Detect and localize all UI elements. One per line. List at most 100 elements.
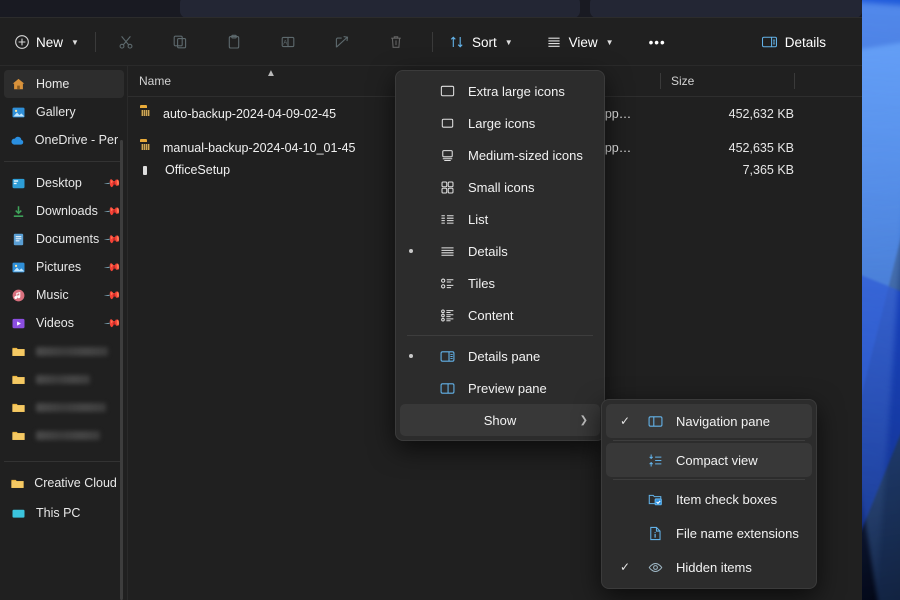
extra-large-icons-icon <box>438 82 456 100</box>
sidebar-item-documents[interactable]: Documents 📌 <box>4 225 124 253</box>
menu-item-details[interactable]: Details <box>400 235 600 267</box>
large-icons-icon <box>438 114 456 132</box>
column-header-size[interactable]: Size <box>660 66 794 96</box>
sidebar-item-redacted-4[interactable] <box>4 421 124 449</box>
cut-button[interactable] <box>108 26 145 58</box>
sidebar-item-gallery[interactable]: Gallery <box>4 98 124 126</box>
menu-item-preview-pane[interactable]: Preview pane <box>400 372 600 404</box>
sidebar-item-label: Pictures <box>36 260 81 274</box>
menu-item-small-icons[interactable]: Small icons <box>400 171 600 203</box>
menu-divider <box>407 335 593 336</box>
column-header-name-label: Name <box>139 74 171 88</box>
share-button[interactable] <box>324 26 361 58</box>
new-button-label: New <box>36 35 63 50</box>
address-bar[interactable] <box>590 0 862 18</box>
sidebar-item-home[interactable]: Home <box>4 70 124 98</box>
column-divider[interactable] <box>794 73 795 89</box>
file-explorer-window: New ▼ <box>0 0 862 600</box>
office-setup-icon <box>140 162 156 178</box>
copy-button[interactable] <box>162 26 199 58</box>
menu-item-content[interactable]: Content <box>400 299 600 331</box>
sidebar-item-label: Videos <box>36 316 74 330</box>
menu-item-list[interactable]: List <box>400 203 600 235</box>
compact-view-icon <box>646 451 664 469</box>
sidebar-item-music[interactable]: Music 📌 <box>4 281 124 309</box>
explorer-tab[interactable] <box>180 0 580 18</box>
menu-item-large-icons[interactable]: Large icons <box>400 107 600 139</box>
menu-item-show[interactable]: Show ❯ <box>400 404 600 436</box>
menu-item-label: Tiles <box>468 276 495 291</box>
file-name-cell: auto-backup-2024-04-09-02-45 <box>139 106 336 122</box>
checkmark-icon: ✓ <box>620 560 630 574</box>
sidebar-item-redacted-2[interactable] <box>4 365 124 393</box>
sidebar-item-downloads[interactable]: Downloads 📌 <box>4 197 124 225</box>
sidebar-item-desktop[interactable]: Desktop 📌 <box>4 169 124 197</box>
menu-item-details-pane[interactable]: Details pane <box>400 340 600 372</box>
pc-icon <box>10 505 27 522</box>
menu-item-medium-sized-icons[interactable]: Medium-sized icons <box>400 139 600 171</box>
menu-item-label: Large icons <box>468 116 535 131</box>
screen: New ▼ <box>0 0 900 600</box>
view-button-label: View <box>569 35 598 50</box>
submenu-item-label: Hidden items <box>676 560 752 575</box>
sort-ascending-icon: ▲ <box>266 68 276 79</box>
checkmark-icon: ✓ <box>620 414 630 428</box>
sort-button-label: Sort <box>472 35 497 50</box>
file-name-label: manual-backup-2024-04-10_01-45 <box>163 141 356 155</box>
show-submenu: ✓ Navigation pane <box>601 399 817 589</box>
submenu-item-file-name-extensions[interactable]: File name extensions <box>606 516 812 550</box>
navigation-pane: Home Gallery OneDrive <box>0 66 128 600</box>
details-pane-toggle-button[interactable]: Details <box>751 26 836 58</box>
gallery-icon <box>10 104 27 121</box>
submenu-item-hidden-items[interactable]: ✓ Hidden items <box>606 550 812 584</box>
toolbar-divider <box>432 32 433 52</box>
file-size-cell: 452,632 KB <box>676 107 794 121</box>
submenu-item-item-check-boxes[interactable]: Item check boxes <box>606 482 812 516</box>
submenu-item-label: File name extensions <box>676 526 799 541</box>
sort-button[interactable]: Sort ▼ <box>440 26 522 58</box>
submenu-item-label: Item check boxes <box>676 492 777 507</box>
view-button[interactable]: View ▼ <box>537 26 623 58</box>
view-menu: Extra large icons Large icons Mediu <box>395 70 605 441</box>
chevron-down-icon: ▼ <box>505 38 513 47</box>
details-pane-icon <box>761 34 778 51</box>
navigation-pane-icon <box>646 412 664 430</box>
documents-icon <box>10 231 27 248</box>
chevron-down-icon: ▼ <box>71 38 79 47</box>
navigation-pane-scrollbar[interactable] <box>120 140 123 600</box>
trash-icon <box>388 34 405 51</box>
submenu-item-compact-view[interactable]: Compact view <box>606 443 812 477</box>
submenu-item-navigation-pane[interactable]: ✓ Navigation pane <box>606 404 812 438</box>
folder-icon <box>10 343 27 360</box>
sidebar-item-label: Desktop <box>36 176 82 190</box>
clipboard-icon <box>226 34 243 51</box>
rename-button[interactable]: A <box>270 26 307 58</box>
paste-button[interactable] <box>216 26 253 58</box>
file-size-cell: 452,635 KB <box>676 141 794 155</box>
sidebar-item-redacted-3[interactable] <box>4 393 124 421</box>
sidebar-item-redacted-1[interactable] <box>4 337 124 365</box>
file-name-label: OfficeSetup <box>165 163 230 177</box>
see-more-button[interactable]: ••• <box>640 26 675 58</box>
sidebar-item-videos[interactable]: Videos 📌 <box>4 309 124 337</box>
sidebar-item-label: Home <box>36 77 69 91</box>
sidebar-item-this-pc[interactable]: This PC <box>4 499 124 527</box>
column-header-size-label: Size <box>671 74 694 88</box>
menu-item-label: Preview pane <box>468 381 547 396</box>
menu-item-tiles[interactable]: Tiles <box>400 267 600 299</box>
sidebar-item-pictures[interactable]: Pictures 📌 <box>4 253 124 281</box>
file-name-cell: manual-backup-2024-04-10_01-45 <box>139 140 356 156</box>
delete-button[interactable] <box>378 26 415 58</box>
sidebar-item-label: Gallery <box>36 105 76 119</box>
new-button[interactable]: New ▼ <box>4 26 88 58</box>
menu-item-label: Content <box>468 308 514 323</box>
file-name-label: auto-backup-2024-04-09-02-45 <box>163 107 336 121</box>
menu-item-label: Extra large icons <box>468 84 565 99</box>
sidebar-item-creative-cloud[interactable]: Creative Cloud F <box>4 469 124 497</box>
file-size-cell: 7,365 KB <box>676 163 794 177</box>
sidebar-item-onedrive[interactable]: OneDrive - Pers <box>4 126 124 154</box>
menu-item-label: Small icons <box>468 180 534 195</box>
menu-item-extra-large-icons[interactable]: Extra large icons <box>400 75 600 107</box>
submenu-divider <box>613 479 805 480</box>
command-bar: New ▼ <box>0 18 862 66</box>
